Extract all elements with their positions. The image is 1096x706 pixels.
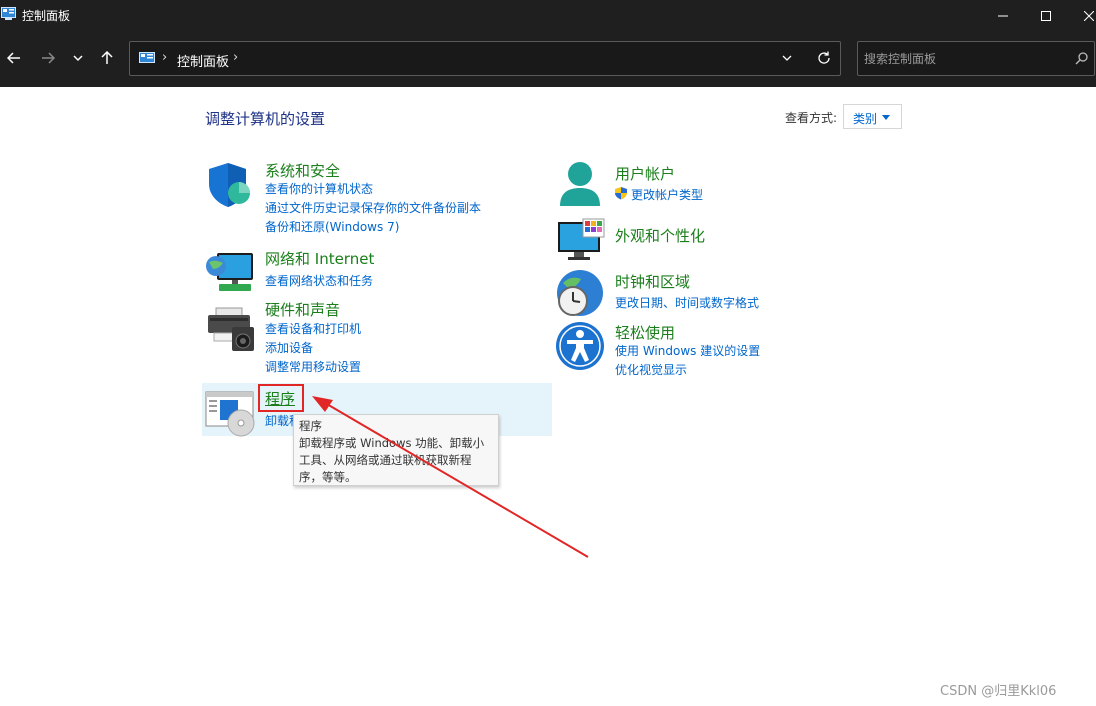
- network-globe-icon[interactable]: [205, 247, 255, 297]
- link-file-history[interactable]: 通过文件历史记录保存你的文件备份副本: [265, 199, 481, 216]
- category-title-network[interactable]: 网络和 Internet: [265, 248, 374, 269]
- link-add-device[interactable]: 添加设备: [265, 339, 313, 356]
- view-by-dropdown[interactable]: 类别: [843, 104, 902, 129]
- accessibility-icon[interactable]: [555, 321, 605, 371]
- link-change-account-type[interactable]: 更改帐户类型: [631, 186, 703, 203]
- link-devices-printers[interactable]: 查看设备和打印机: [265, 320, 361, 337]
- category-title-hardware-sound[interactable]: 硬件和声音: [265, 299, 340, 320]
- link-mobility-settings[interactable]: 调整常用移动设置: [265, 358, 361, 375]
- breadcrumb-separator[interactable]: ›: [233, 50, 238, 65]
- link-backup-restore[interactable]: 备份和还原(Windows 7): [265, 218, 399, 235]
- annotation-highlight-box: [258, 384, 304, 412]
- maximize-icon[interactable]: [1023, 0, 1069, 31]
- search-icon[interactable]: [1075, 51, 1089, 65]
- forward-arrow-icon[interactable]: [37, 47, 59, 69]
- view-by-label: 查看方式:: [785, 111, 838, 125]
- breadcrumb-separator: ›: [162, 50, 168, 65]
- clock-globe-icon[interactable]: [555, 269, 605, 319]
- link-uninstall-program[interactable]: 卸载程序: [265, 412, 293, 429]
- category-title-ease-of-access[interactable]: 轻松使用: [615, 322, 675, 343]
- view-by-value[interactable]: 类别: [853, 112, 877, 126]
- link-network-status[interactable]: 查看网络状态和任务: [265, 272, 373, 289]
- up-arrow-icon[interactable]: [96, 47, 118, 69]
- link-recommended-settings[interactable]: 使用 Windows 建议的设置: [615, 342, 760, 359]
- category-title-appearance[interactable]: 外观和个性化: [615, 225, 705, 246]
- annotation-arrow-icon: [312, 396, 589, 558]
- search-input[interactable]: [864, 50, 1064, 68]
- category-title-system-security[interactable]: 系统和安全: [265, 160, 340, 181]
- page-heading: 调整计算机的设置: [205, 110, 326, 128]
- monitor-palette-icon[interactable]: [556, 216, 606, 266]
- user-icon[interactable]: [556, 160, 606, 210]
- programs-disc-icon[interactable]: [205, 390, 255, 440]
- close-icon[interactable]: [1066, 0, 1096, 31]
- title-bar: 控制面板: [0, 0, 1096, 31]
- uac-shield-icon: [615, 187, 627, 200]
- category-title-clock-region[interactable]: 时钟和区域: [615, 271, 690, 292]
- link-optimize-visual-display[interactable]: 优化视觉显示: [615, 361, 687, 378]
- chevron-down-icon[interactable]: [882, 115, 890, 120]
- address-dropdown-icon[interactable]: [780, 51, 794, 65]
- content-area: 调整计算机的设置 查看方式: 类别 系统和安全 查看你的计算机状态 通过文件历史…: [0, 87, 1096, 706]
- printer-speaker-icon[interactable]: [206, 305, 256, 355]
- breadcrumb-control-panel[interactable]: 控制面板: [177, 51, 229, 70]
- category-title-user-accounts[interactable]: 用户帐户: [615, 163, 675, 184]
- back-arrow-icon[interactable]: [3, 47, 25, 69]
- shield-icon[interactable]: [206, 160, 256, 210]
- history-dropdown-icon[interactable]: [67, 47, 89, 69]
- window-title: 控制面板: [22, 9, 71, 23]
- navigation-bar: › 控制面板 ›: [0, 31, 1096, 87]
- address-bar[interactable]: › 控制面板 ›: [129, 41, 841, 76]
- link-change-date-time-format[interactable]: 更改日期、时间或数字格式: [615, 294, 759, 311]
- link-view-computer-status[interactable]: 查看你的计算机状态: [265, 180, 373, 197]
- refresh-icon[interactable]: [816, 50, 832, 66]
- search-box[interactable]: [857, 41, 1095, 76]
- watermark: CSDN @归里Kkl06: [940, 684, 1057, 699]
- minimize-icon[interactable]: [980, 0, 1026, 31]
- control-panel-icon: [1, 7, 16, 20]
- control-panel-icon: [139, 52, 155, 63]
